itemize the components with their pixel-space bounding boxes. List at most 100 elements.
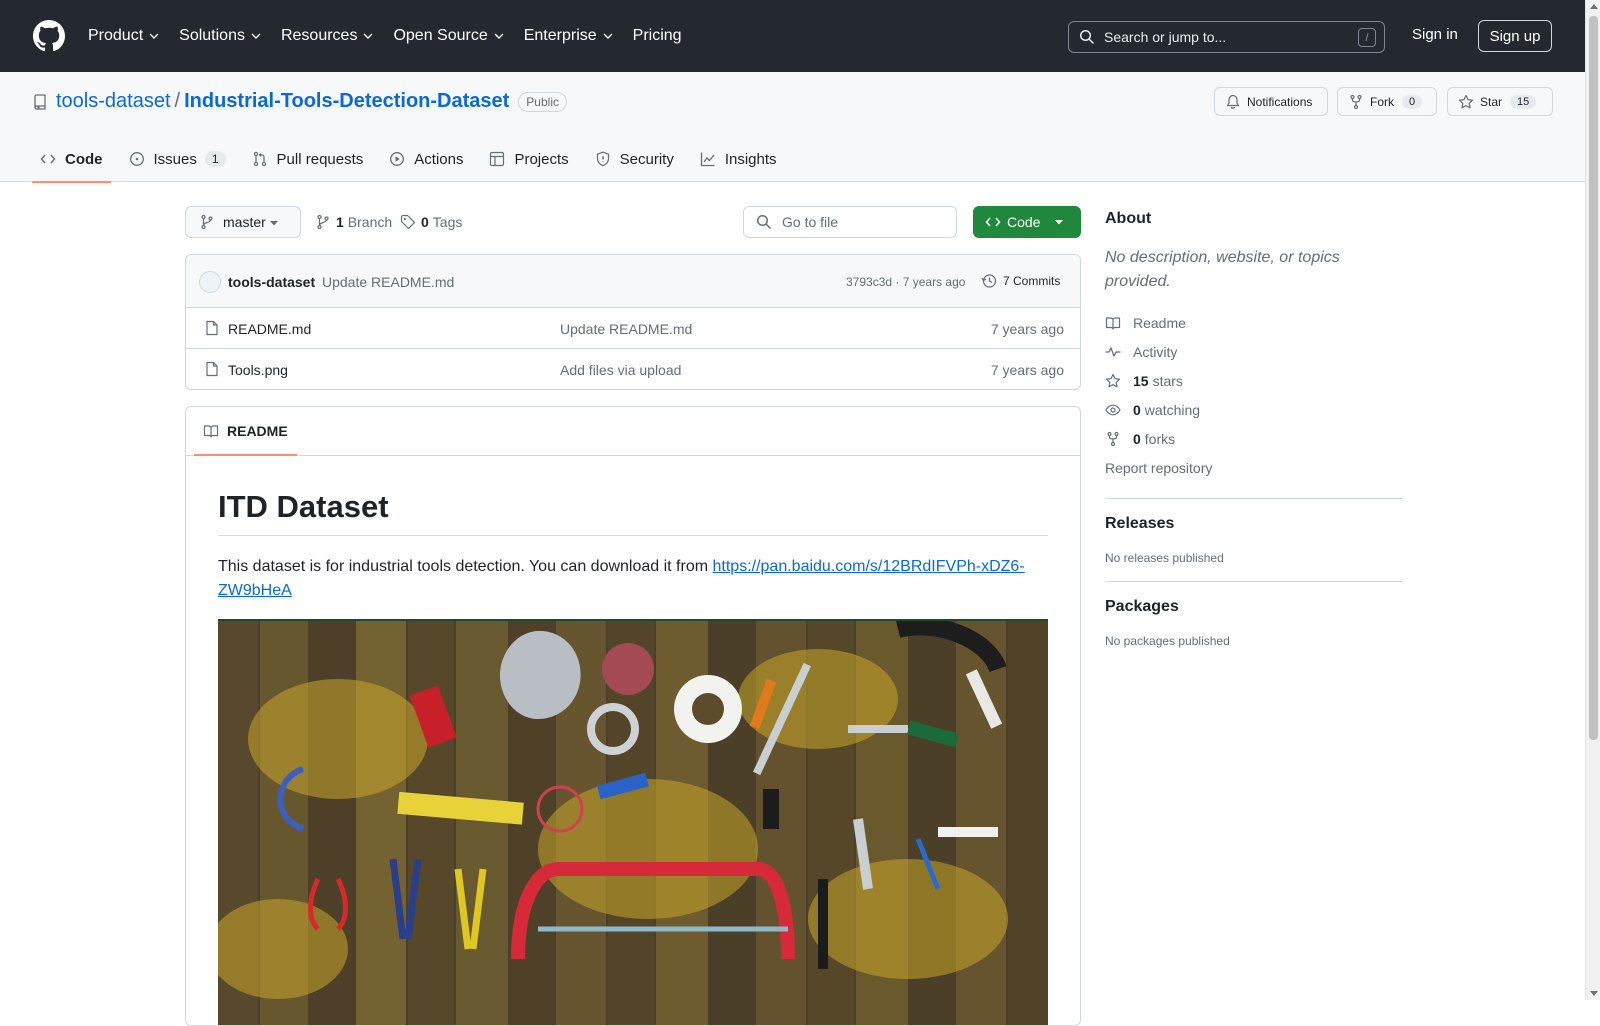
nav-solutions[interactable]: Solutions: [179, 27, 262, 45]
nav-product-label: Product: [88, 27, 144, 44]
file-commit-message[interactable]: Add files via upload: [560, 362, 681, 378]
scroll-down-arrow-icon[interactable]: [1590, 991, 1598, 996]
eye-icon: [1105, 404, 1121, 415]
code-button-label: Code: [1007, 214, 1041, 230]
tab-pull-requests[interactable]: Pull requests: [244, 136, 372, 182]
issues-count: 1: [204, 151, 226, 167]
nav-open-source-label: Open Source: [393, 27, 488, 44]
forks-link[interactable]: 0 forks: [1105, 424, 1402, 453]
sign-in-link[interactable]: Sign in: [1412, 26, 1458, 43]
stars-link[interactable]: 15 stars: [1105, 366, 1402, 395]
nav-resources[interactable]: Resources: [281, 27, 374, 45]
file-commit-time: 7 years ago: [990, 321, 1064, 337]
page-scrollbar[interactable]: [1585, 0, 1600, 1000]
file-icon: [206, 361, 218, 377]
repo-separator: /: [174, 90, 181, 112]
readme-tabbar: README: [186, 407, 1080, 456]
play-icon: [390, 152, 405, 166]
stars-count: 15: [1133, 372, 1149, 389]
global-header: Product Solutions Resources Open Source …: [0, 0, 1585, 72]
commits-link[interactable]: 7 Commits: [981, 273, 1060, 289]
watching-link[interactable]: 0 watching: [1105, 395, 1402, 424]
tab-projects-label: Projects: [514, 150, 569, 168]
chevron-down-icon: [494, 33, 504, 39]
forks-label: forks: [1144, 430, 1176, 447]
issue-icon: [129, 152, 144, 166]
fork-count: 0: [1402, 94, 1423, 109]
activity-link-label: Activity: [1133, 343, 1178, 360]
tab-insights[interactable]: Insights: [692, 136, 785, 182]
tab-code[interactable]: Code: [32, 136, 111, 183]
commit-hash-time[interactable]: 3793c3d · 7 years ago: [846, 275, 965, 289]
tab-code-label: Code: [65, 150, 103, 168]
star-count: 15: [1510, 94, 1537, 109]
fork-label: Fork: [1370, 94, 1394, 109]
file-name-link[interactable]: Tools.png: [228, 362, 288, 378]
scrollbar-thumb[interactable]: [1589, 16, 1598, 740]
releases-heading[interactable]: Releases: [1105, 515, 1402, 533]
star-button[interactable]: Star 15: [1447, 87, 1553, 116]
nav-pricing[interactable]: Pricing: [633, 27, 682, 45]
tab-actions-label: Actions: [414, 150, 464, 168]
nav-open-source[interactable]: Open Source: [393, 27, 504, 45]
file-commit-message[interactable]: Update README.md: [560, 321, 692, 337]
branch-icon: [201, 214, 213, 230]
tab-security[interactable]: Security: [587, 136, 682, 182]
tags-link[interactable]: 0 Tags: [400, 214, 462, 230]
caret-down-icon: [1055, 220, 1063, 225]
table-row[interactable]: Tools.png Add files via upload 7 years a…: [186, 349, 1080, 389]
branches-link[interactable]: 1 Branch: [315, 214, 392, 230]
tab-issues[interactable]: Issues 1: [121, 136, 234, 182]
branch-count: 1: [336, 214, 344, 230]
tag-label: Tags: [432, 214, 463, 230]
fork-button[interactable]: Fork 0: [1337, 87, 1437, 116]
star-label: Star: [1480, 94, 1503, 109]
notifications-button[interactable]: Notifications: [1214, 87, 1328, 116]
repo-name-link[interactable]: Industrial-Tools-Detection-Dataset: [184, 90, 509, 113]
releases-empty-text: No releases published: [1105, 551, 1224, 565]
code-dropdown-button[interactable]: Code: [973, 206, 1081, 238]
go-to-file-input[interactable]: Go to file: [743, 206, 957, 238]
book-icon: [203, 425, 219, 438]
nav-enterprise[interactable]: Enterprise: [524, 27, 614, 45]
tools-image[interactable]: [218, 619, 1048, 1026]
nav-product[interactable]: Product: [88, 27, 160, 45]
commit-message-link[interactable]: Update README.md: [322, 274, 454, 290]
search-placeholder: Search or jump to...: [1104, 29, 1227, 45]
file-icon: [206, 320, 218, 336]
chevron-down-icon: [251, 33, 261, 39]
readme-panel: README ITD Dataset This dataset is for i…: [185, 406, 1081, 1026]
tab-security-label: Security: [619, 150, 674, 168]
packages-heading[interactable]: Packages: [1105, 598, 1402, 616]
chevron-down-icon: [149, 33, 159, 39]
table-icon: [490, 151, 505, 167]
stars-label: stars: [1152, 372, 1183, 389]
repo-owner-link[interactable]: tools-dataset: [56, 90, 171, 113]
avatar[interactable]: [199, 271, 221, 293]
tag-count: 0: [421, 214, 429, 230]
nav-solutions-label: Solutions: [179, 27, 245, 44]
activity-link[interactable]: Activity: [1105, 337, 1402, 366]
code-icon: [40, 154, 56, 164]
repo-tabs: Code Issues 1 Pull requests Actions Proj…: [32, 136, 795, 183]
table-row[interactable]: README.md Update README.md 7 years ago: [186, 308, 1080, 349]
tab-projects[interactable]: Projects: [481, 136, 576, 182]
readme-link[interactable]: Readme: [1105, 308, 1402, 337]
tab-issues-label: Issues: [153, 150, 197, 168]
branch-select-button[interactable]: master: [185, 206, 301, 238]
graph-icon: [700, 152, 715, 167]
search-input[interactable]: Search or jump to... /: [1068, 21, 1385, 53]
repo-sidebar: About No description, website, or topics…: [1105, 210, 1402, 648]
scroll-up-arrow-icon[interactable]: [1590, 4, 1598, 9]
file-name-link[interactable]: README.md: [228, 321, 311, 337]
github-logo-icon[interactable]: [33, 20, 65, 52]
commit-author-link[interactable]: tools-dataset: [228, 274, 315, 290]
tab-readme[interactable]: README: [194, 407, 297, 456]
sign-up-button[interactable]: Sign up: [1478, 20, 1552, 52]
nav-pricing-label: Pricing: [632, 27, 682, 44]
report-repository-link[interactable]: Report repository: [1105, 453, 1402, 482]
file-browser: tools-dataset Update README.md 3793c3d ·…: [185, 254, 1081, 390]
book-icon: [1105, 316, 1121, 330]
tab-actions[interactable]: Actions: [381, 136, 471, 182]
readme-link-label: Readme: [1133, 314, 1186, 331]
